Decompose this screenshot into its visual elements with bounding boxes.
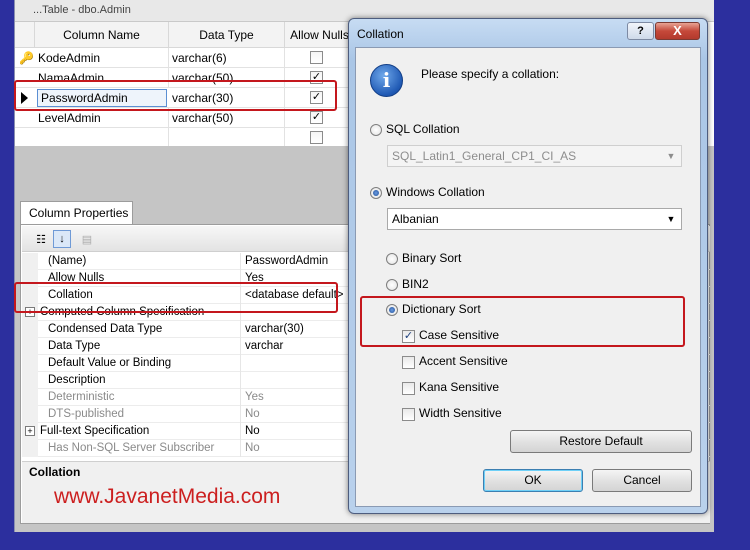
windows-collation-label[interactable]: Windows Collation: [386, 185, 485, 199]
data-type-cell[interactable]: [169, 128, 285, 148]
sql-collation-radio[interactable]: [370, 124, 382, 136]
allow-nulls-checkbox[interactable]: ✓: [310, 111, 323, 124]
allow-nulls-checkbox[interactable]: [310, 51, 323, 64]
help-button[interactable]: ?: [627, 22, 654, 40]
table-row-empty[interactable]: [15, 128, 355, 148]
binary-sort-radio[interactable]: [386, 253, 398, 265]
dialog-prompt: Please specify a collation:: [421, 67, 560, 81]
dialog-title: Collation: [357, 27, 404, 41]
data-type-header: Data Type: [169, 22, 285, 48]
property-pages-icon[interactable]: ▤: [78, 230, 96, 248]
column-name-header: Column Name: [35, 22, 169, 48]
windows-collation-select[interactable]: Albanian ▼: [387, 208, 682, 230]
highlight-box-dictionary-sort: [360, 296, 685, 347]
accent-sensitive-label[interactable]: Accent Sensitive: [419, 354, 508, 368]
table-row[interactable]: LevelAdmin varchar(50) ✓: [15, 108, 355, 128]
expand-icon[interactable]: +: [25, 426, 35, 436]
property-description-title: Collation: [29, 465, 81, 479]
allow-nulls-header: Allow Nulls: [285, 22, 355, 48]
dialog-body: i Please specify a collation: SQL Collat…: [355, 47, 701, 507]
ok-button[interactable]: OK: [483, 469, 583, 492]
restore-default-button[interactable]: Restore Default: [510, 430, 692, 453]
categorized-icon[interactable]: ☷: [32, 230, 50, 248]
property-name: (Name): [48, 255, 87, 267]
cancel-button[interactable]: Cancel: [592, 469, 692, 492]
table-row[interactable]: 🔑 KodeAdmin varchar(6): [15, 48, 355, 68]
primary-key-icon: 🔑: [19, 51, 34, 65]
sql-collation-label[interactable]: SQL Collation: [386, 122, 460, 136]
property-name: Condensed Data Type: [48, 323, 163, 335]
column-name-cell[interactable]: LevelAdmin: [35, 108, 169, 128]
property-name: Default Value or Binding: [48, 357, 172, 369]
width-sensitive-label[interactable]: Width Sensitive: [419, 406, 502, 420]
sql-collation-value: SQL_Latin1_General_CP1_CI_AS: [392, 149, 577, 163]
property-name: Data Type: [48, 340, 101, 352]
designer-tab-title[interactable]: ...Table - dbo.Admin: [33, 4, 131, 16]
property-name: DTS-published: [48, 408, 125, 420]
kana-sensitive-label[interactable]: Kana Sensitive: [419, 380, 499, 394]
highlight-box-collation-row: [14, 282, 338, 313]
allow-nulls-checkbox[interactable]: [310, 131, 323, 144]
windows-collation-value: Albanian: [392, 212, 439, 226]
column-name-cell[interactable]: KodeAdmin: [35, 48, 169, 68]
property-name: Deterministic: [48, 391, 115, 403]
bin2-label[interactable]: BIN2: [402, 277, 429, 291]
collation-dialog: Collation ? X i Please specify a collati…: [348, 18, 708, 514]
column-name-cell[interactable]: [35, 128, 169, 148]
bin2-radio[interactable]: [386, 279, 398, 291]
column-properties-tab[interactable]: Column Properties: [20, 201, 133, 225]
data-type-cell[interactable]: varchar(50): [169, 108, 285, 128]
highlight-box-password-row: [14, 80, 337, 111]
data-type-cell[interactable]: varchar(6): [169, 48, 285, 68]
watermark-text: www.JavanetMedia.com: [54, 485, 281, 508]
chevron-down-icon: ▼: [666, 214, 676, 224]
chevron-down-icon: ▼: [666, 151, 676, 161]
property-name: Full-text Specification: [40, 425, 150, 437]
info-icon: i: [370, 64, 403, 97]
close-button[interactable]: X: [655, 22, 700, 40]
binary-sort-label[interactable]: Binary Sort: [402, 251, 461, 265]
kana-sensitive-checkbox[interactable]: [402, 382, 415, 395]
windows-collation-radio[interactable]: [370, 187, 382, 199]
sql-collation-select: SQL_Latin1_General_CP1_CI_AS ▼: [387, 145, 682, 167]
alphabetical-sort-icon[interactable]: ↓: [53, 230, 71, 248]
property-name: Has Non-SQL Server Subscriber: [48, 442, 215, 454]
width-sensitive-checkbox[interactable]: [402, 408, 415, 421]
property-name: Description: [48, 374, 106, 386]
accent-sensitive-checkbox[interactable]: [402, 356, 415, 369]
grid-corner-header: [15, 22, 35, 48]
